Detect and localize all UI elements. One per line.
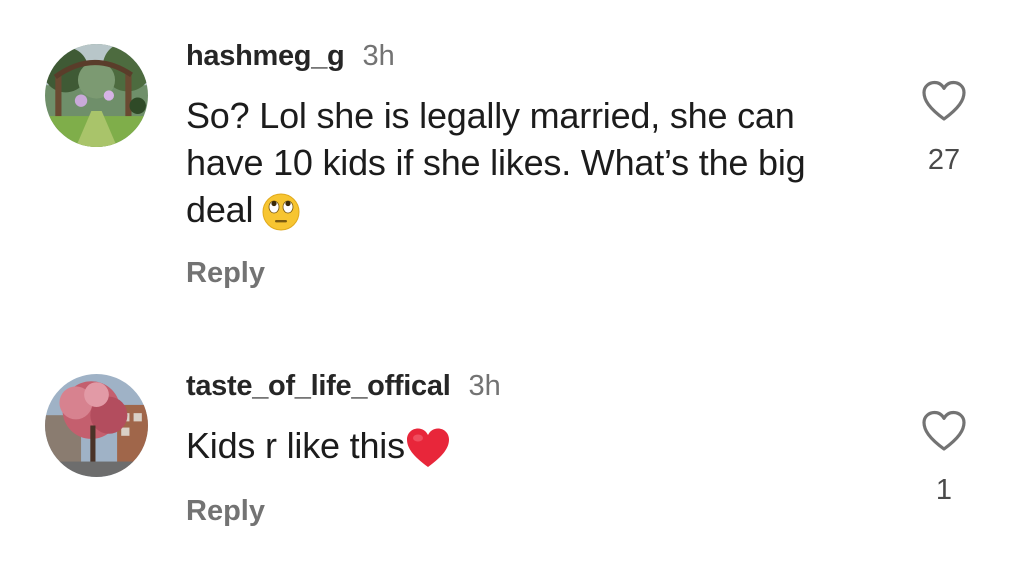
reply-button[interactable]: Reply bbox=[186, 495, 265, 528]
like-count: 27 bbox=[927, 144, 961, 176]
comment-text: Kids r like this bbox=[186, 422, 866, 469]
comment-item: hashmeg_g 3h So? Lol she is legally marr… bbox=[0, 40, 1024, 300]
timestamp: 3h bbox=[362, 40, 395, 72]
like-area: 27 bbox=[912, 80, 976, 177]
face-with-rolling-eyes-icon bbox=[261, 192, 301, 232]
comment-text: So? Lol she is legally married, she can … bbox=[186, 92, 866, 233]
red-heart-icon bbox=[405, 427, 451, 469]
comment-meta: hashmeg_g 3h bbox=[186, 40, 876, 80]
reply-button[interactable]: Reply bbox=[186, 257, 265, 290]
timestamp: 3h bbox=[468, 370, 501, 402]
avatar-garden-image bbox=[45, 44, 148, 147]
comment-meta: taste_of_life_offical 3h bbox=[186, 370, 876, 410]
like-count: 1 bbox=[935, 474, 953, 506]
comment-list: hashmeg_g 3h So? Lol she is legally marr… bbox=[0, 0, 1024, 565]
comment-body: taste_of_life_offical 3h Kids r like thi… bbox=[186, 370, 876, 527]
heart-outline-icon[interactable] bbox=[921, 80, 967, 122]
like-area: 1 bbox=[912, 410, 976, 507]
heart-outline-icon[interactable] bbox=[921, 410, 967, 452]
avatar-blossom-image bbox=[45, 374, 148, 477]
comment-text-content: Kids r like this bbox=[186, 425, 405, 466]
comment-body: hashmeg_g 3h So? Lol she is legally marr… bbox=[186, 40, 876, 289]
avatar[interactable] bbox=[45, 44, 148, 147]
avatar[interactable] bbox=[45, 374, 148, 477]
username[interactable]: taste_of_life_offical bbox=[186, 370, 451, 403]
username[interactable]: hashmeg_g bbox=[186, 40, 345, 73]
comment-item: taste_of_life_offical 3h Kids r like thi… bbox=[0, 370, 1024, 540]
